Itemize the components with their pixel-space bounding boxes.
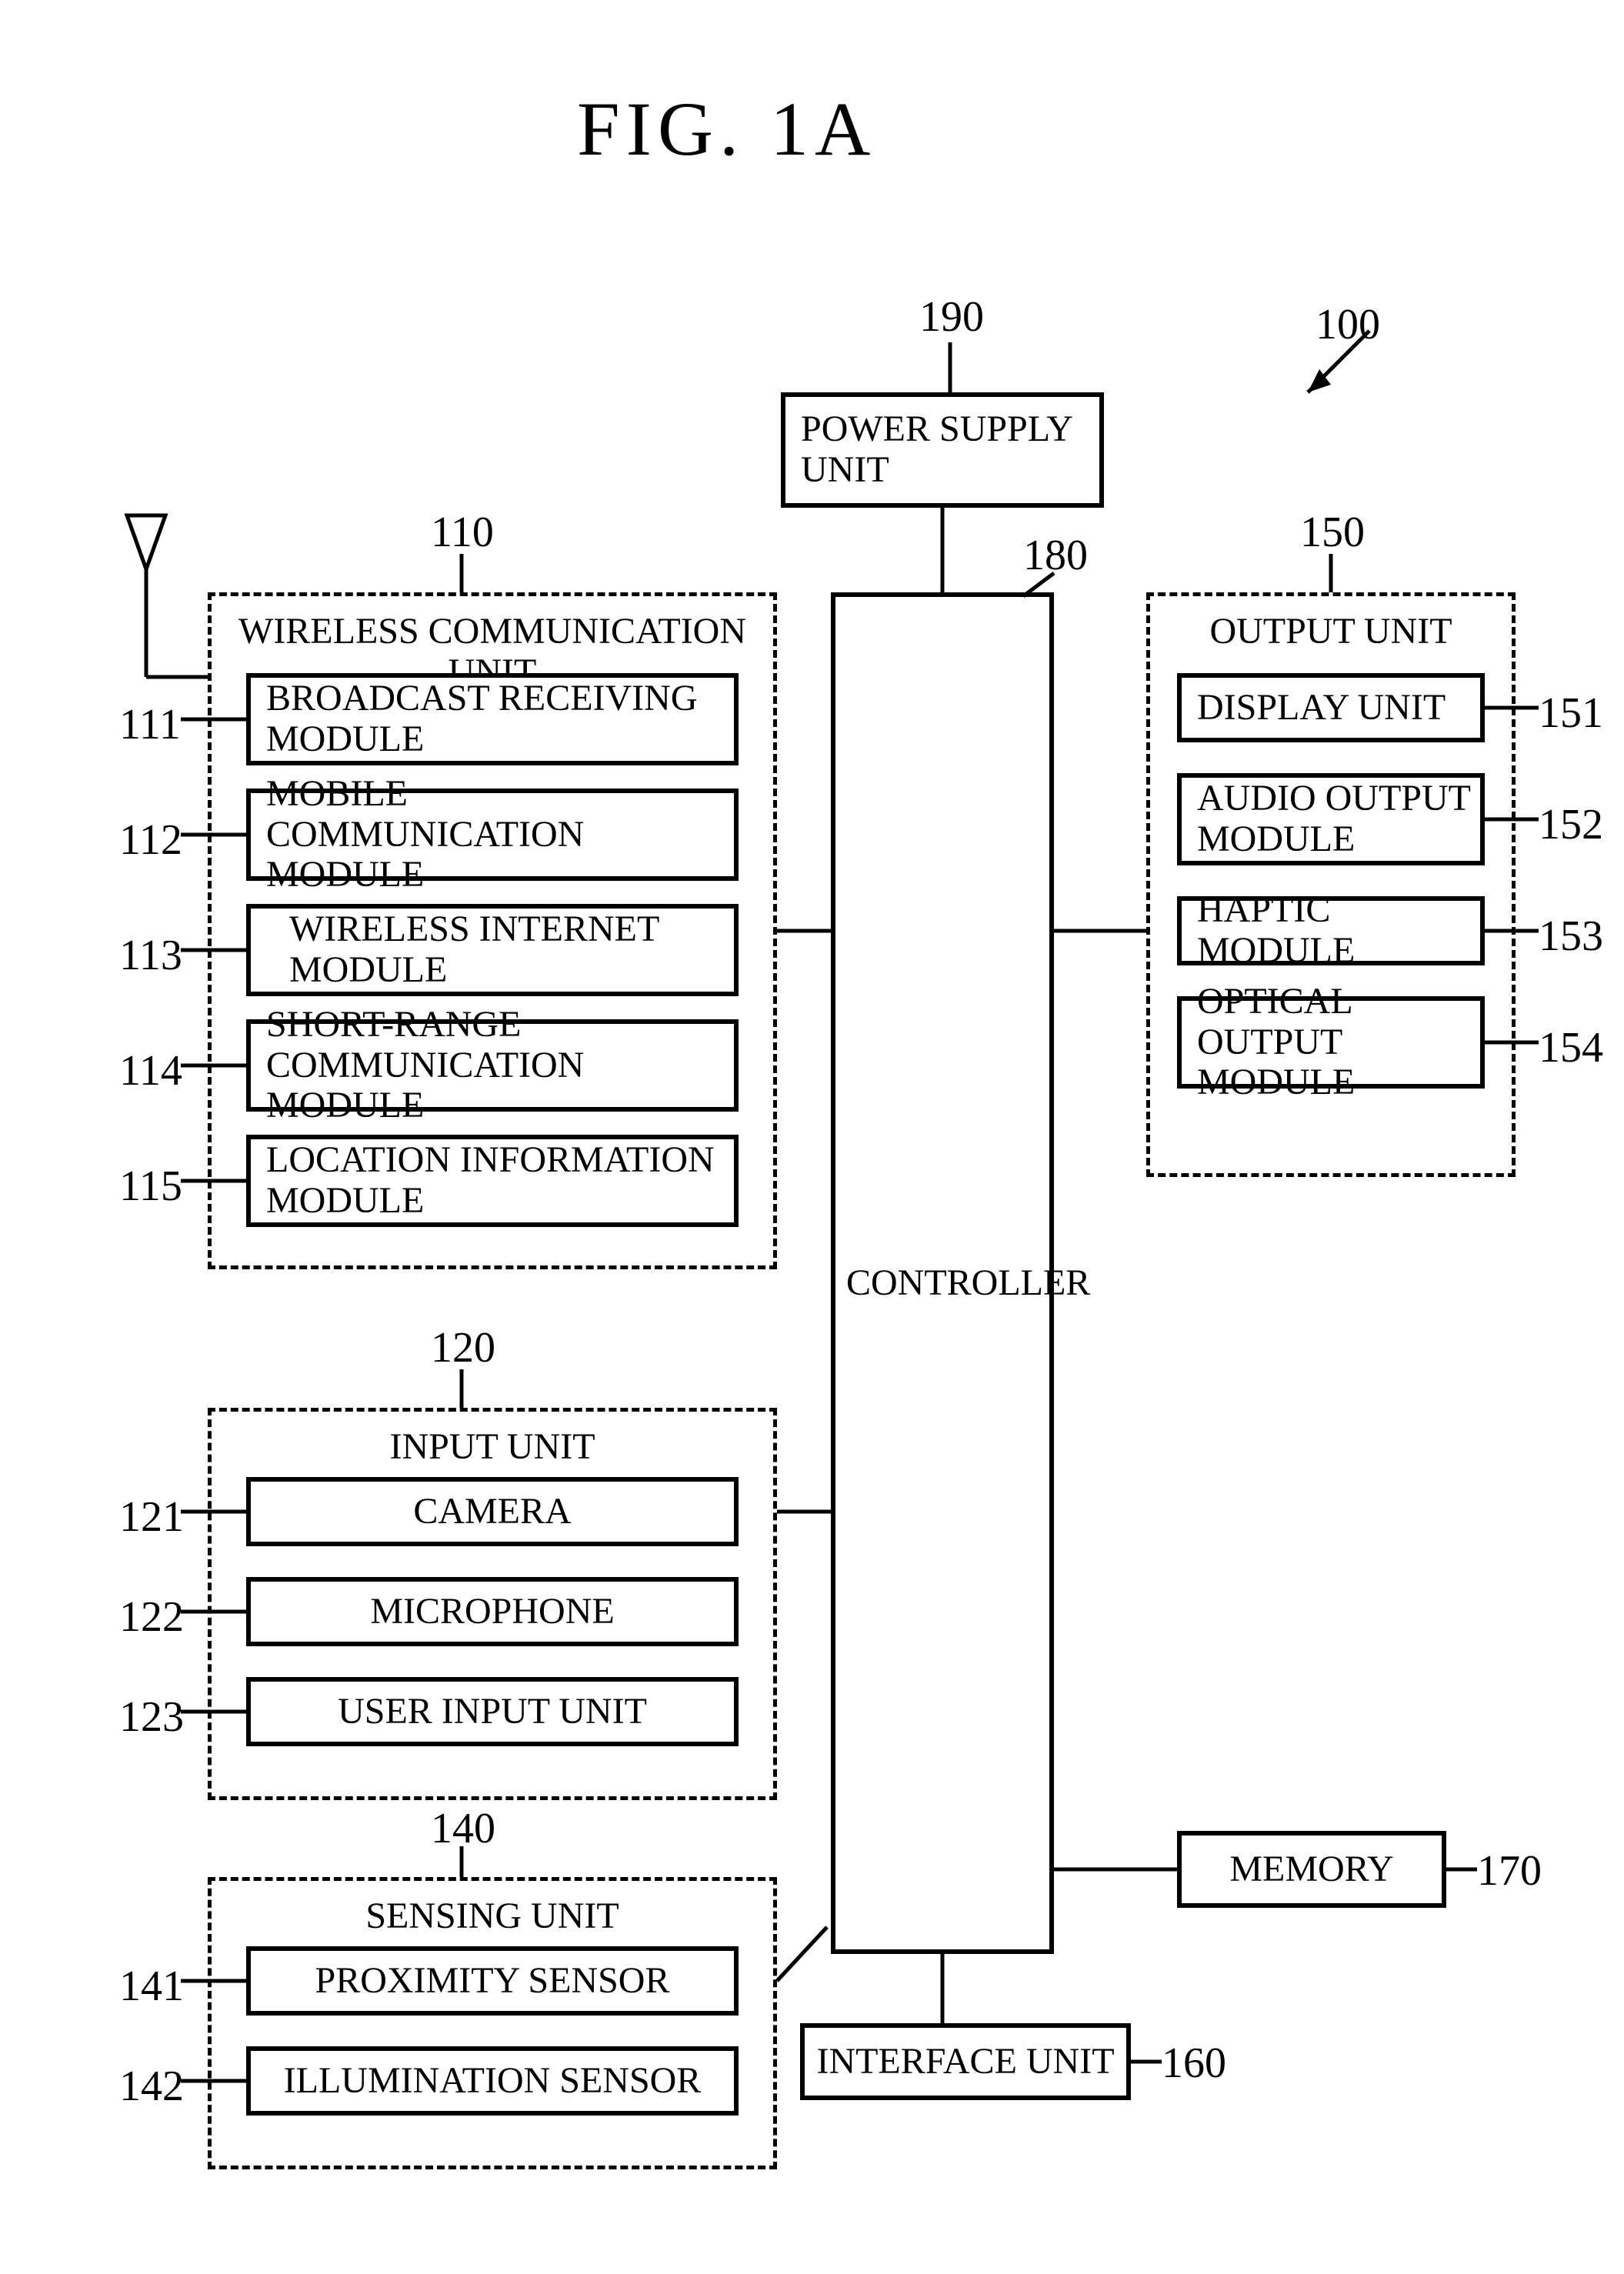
wireless-internet-box: WIRELESS INTERNET MODULE [246,904,739,996]
ref-153: 153 [1539,912,1603,961]
location-info-label: LOCATION INFORMATION MODULE [266,1140,715,1222]
input-title: INPUT UNIT [212,1427,773,1468]
audio-output-box: AUDIO OUTPUT MODULE [1177,773,1485,865]
optical-output-box: OPTICAL OUTPUT MODULE [1177,996,1485,1089]
ref-151: 151 [1539,689,1603,738]
location-info-box: LOCATION INFORMATION MODULE [246,1135,739,1227]
sensing-group: SENSING UNIT [208,1877,777,2169]
ref-142: 142 [119,2062,184,2111]
ref-170: 170 [1477,1846,1542,1896]
ref-121: 121 [119,1492,184,1542]
ref-152: 152 [1539,800,1603,849]
interface-unit-box: INTERFACE UNIT [800,2023,1131,2100]
wireless-internet-label: WIRELESS INTERNET MODULE [266,909,659,991]
ref-115: 115 [119,1162,182,1211]
ref-123: 123 [119,1692,184,1742]
ref-111: 111 [119,700,181,749]
ref-100: 100 [1316,300,1380,349]
camera-box: CAMERA [246,1477,739,1546]
haptic-label: HAPTIC MODULE [1197,890,1480,972]
mobile-comm-label: MOBILE COMMUNICATION MODULE [266,774,734,895]
display-unit-box: DISPLAY UNIT [1177,673,1485,742]
illumination-box: ILLUMINATION SENSOR [246,2046,739,2116]
ref-122: 122 [119,1592,184,1642]
microphone-box: MICROPHONE [246,1577,739,1646]
short-range-box: SHORT-RANGE COMMUNICATION MODULE [246,1019,739,1112]
broadcast-receiving-label: BROADCAST RECEIVING MODULE [266,679,697,760]
ref-112: 112 [119,815,182,865]
ref-180: 180 [1023,531,1088,580]
ref-160: 160 [1162,2039,1226,2088]
power-supply-box: POWER SUPPLY UNIT [781,392,1104,508]
ref-114: 114 [119,1046,182,1095]
broadcast-receiving-box: BROADCAST RECEIVING MODULE [246,673,739,765]
memory-label: MEMORY [1229,1849,1393,1890]
power-supply-label: POWER SUPPLY UNIT [801,409,1073,491]
camera-label: CAMERA [413,1492,571,1532]
display-unit-label: DISPLAY UNIT [1197,688,1446,729]
ref-120: 120 [431,1323,495,1372]
short-range-label: SHORT-RANGE COMMUNICATION MODULE [266,1005,734,1126]
ref-140: 140 [431,1804,495,1853]
audio-output-label: AUDIO OUTPUT MODULE [1197,779,1471,860]
proximity-box: PROXIMITY SENSOR [246,1946,739,2016]
user-input-box: USER INPUT UNIT [246,1677,739,1746]
ref-150: 150 [1300,508,1365,557]
ref-190: 190 [919,292,984,342]
controller-label: CONTROLLER [846,1262,1039,1304]
ref-154: 154 [1539,1023,1603,1072]
user-input-label: USER INPUT UNIT [338,1692,647,1732]
output-title: OUTPUT UNIT [1150,612,1512,652]
microphone-label: MICROPHONE [370,1592,614,1632]
sensing-title: SENSING UNIT [212,1896,773,1937]
ref-141: 141 [119,1962,184,2011]
haptic-box: HAPTIC MODULE [1177,896,1485,965]
ref-113: 113 [119,931,182,980]
memory-box: MEMORY [1177,1831,1446,1908]
optical-output-label: OPTICAL OUTPUT MODULE [1197,982,1480,1103]
mobile-comm-box: MOBILE COMMUNICATION MODULE [246,789,739,881]
ref-110: 110 [431,508,494,557]
illumination-label: ILLUMINATION SENSOR [284,2061,702,2102]
proximity-label: PROXIMITY SENSOR [315,1961,670,2002]
figure-title: FIG. 1A [577,85,876,173]
interface-unit-label: INTERFACE UNIT [816,2042,1114,2082]
